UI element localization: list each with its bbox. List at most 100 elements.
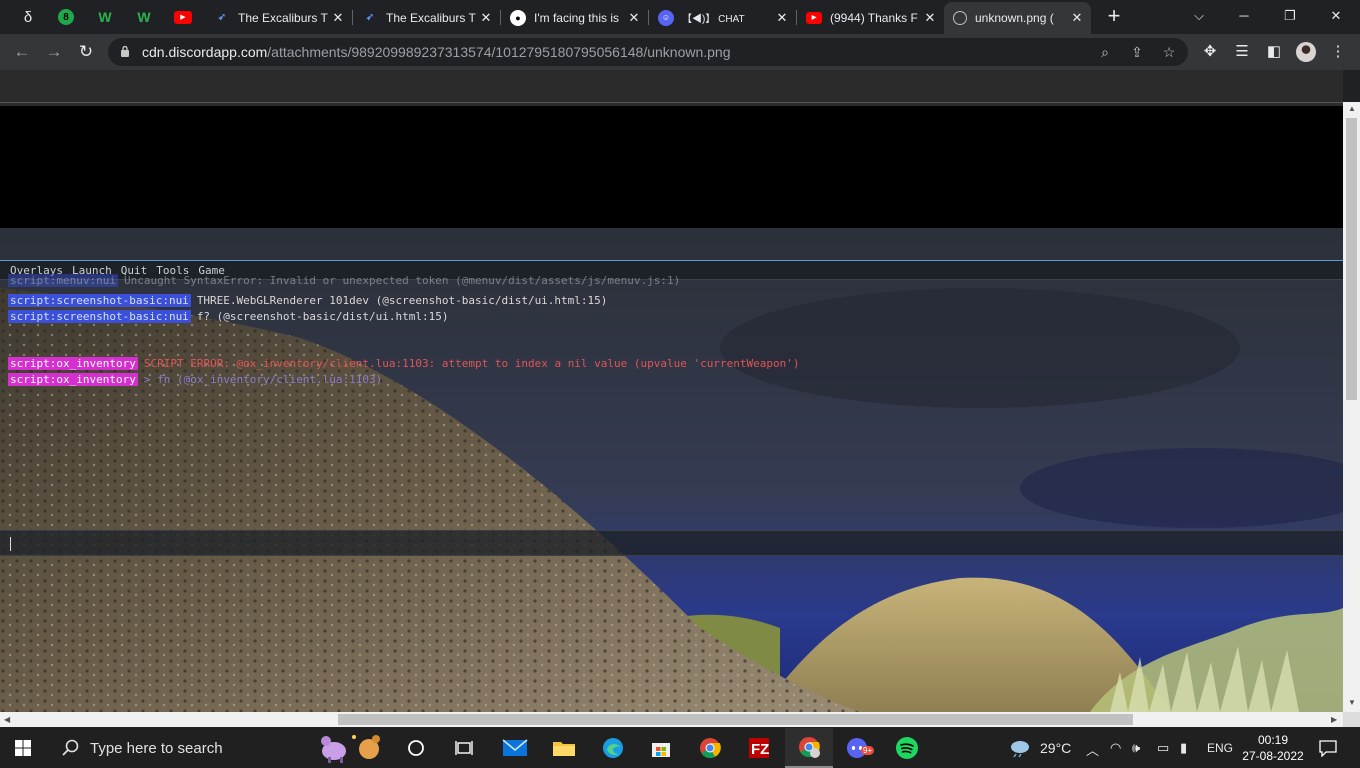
browser-toolbar: ← → ↻ cdn.discordapp.com/attachments/989… [0,34,1360,70]
side-panel-icon[interactable]: ◧ [1264,42,1284,62]
notifications-icon[interactable] [1318,739,1338,757]
vertical-scrollbar[interactable]: ▲ ▼ [1343,102,1360,712]
youtube-icon: ▶ [806,11,822,24]
console-input[interactable] [0,530,1343,556]
tab-title: The Excaliburs T [386,10,476,25]
tab-discord-chat[interactable]: ☺ 【◀)】 CHAT ✕ [649,5,796,30]
game-console: script:menuv:nui Uncaught SyntaxError: In… [0,274,1343,528]
profile-avatar[interactable] [1296,42,1316,62]
scroll-down-icon[interactable]: ▼ [1348,698,1356,707]
chrome-profile-icon [799,737,820,758]
taskbar-store[interactable] [637,728,685,768]
cortana-circle-icon [408,740,424,756]
bookmark-star-icon[interactable]: ☆ [1160,43,1178,61]
language-indicator[interactable]: ENG [1207,741,1233,755]
new-tab-button[interactable]: + [1102,5,1126,29]
close-icon[interactable]: ✕ [922,10,938,26]
restore-button[interactable]: ❐ [1268,4,1312,28]
tab-title: The Excaliburs T [238,10,328,25]
search-placeholder: Type here to search [90,739,223,757]
discord-badge: 9+ [861,746,875,755]
taskbar-discord[interactable]: 9+ [834,728,882,768]
tab-search-button[interactable]: ⌵ [1177,4,1221,28]
weather-temperature[interactable]: 29°C [1040,740,1071,756]
forward-button[interactable]: → [40,38,68,66]
minimize-button[interactable]: ─ [1222,4,1266,28]
back-button[interactable]: ← [8,38,36,66]
taskbar-mail[interactable] [491,728,539,768]
windows-taskbar: Type here to search FZ 9+ 29°C ︿ ◠ 🕪 ▭ ▮… [0,728,1360,768]
windows-start-icon[interactable] [8,738,38,758]
edge-icon [603,738,623,758]
zoom-icon[interactable]: ⌕ [1096,43,1114,61]
close-icon[interactable]: ✕ [1069,10,1085,26]
taskbar-chrome-profile[interactable] [785,728,833,768]
tab-github[interactable]: ● I'm facing this is ✕ [501,5,648,30]
close-window-button[interactable]: ✕ [1314,4,1358,28]
lock-icon [121,45,129,57]
tab-title: (9944) Thanks F [830,10,918,25]
tab-youtube-thanks[interactable]: ▶ (9944) Thanks F ✕ [797,5,944,30]
text-caret [10,537,11,551]
taskbar-search[interactable]: Type here to search [48,728,380,768]
horizontal-scroll-thumb[interactable] [338,714,1133,725]
tab-unknown-png[interactable]: unknown.png ( ✕ [944,2,1091,34]
battery-icon[interactable]: ▮ [1180,740,1187,756]
store-icon [652,743,670,757]
pinned-tab-green[interactable]: 8 [50,5,82,29]
horizontal-scrollbar[interactable]: ◀ ▶ [0,712,1343,727]
pinned-tab-delta[interactable]: δ [12,5,44,29]
volume-icon[interactable]: 🕪 [1132,740,1140,756]
scroll-right-icon[interactable]: ▶ [1331,715,1337,724]
chrome-icon [700,738,721,759]
taskbar-filezilla[interactable]: FZ [735,728,783,768]
excaliburs-icon: ➶ [217,12,227,23]
youtube-icon: ▶ [174,10,192,24]
image-viewport: Overlays Launch Quit Tools Game script:m… [0,70,1343,712]
console-error-line: script:ox_inventory SCRIPT ERROR: @ox_inv… [8,357,800,370]
close-icon[interactable]: ✕ [330,10,346,26]
taskbar-file-explorer[interactable] [540,728,588,768]
discord-icon: ☺ [658,9,674,26]
system-clock[interactable]: 00:19 27-08-2022 [1238,732,1308,764]
taskbar-edge[interactable] [589,728,637,768]
github-icon: ● [510,9,526,26]
tray-chevron-up-icon[interactable]: ︿ [1086,740,1099,759]
task-view-icon [455,741,473,755]
task-switcher-button[interactable] [440,728,488,768]
url-text: cdn.discordapp.com/attachments/989209989… [142,44,731,60]
close-icon[interactable]: ✕ [626,10,642,26]
globe-icon [953,11,967,25]
extensions-icon[interactable]: ✥ [1200,42,1220,62]
meet-now-icon[interactable]: ▭ [1157,740,1169,756]
pinned-tab-youtube[interactable]: ▶ [167,5,199,29]
search-highlight-illustration-icon [321,735,380,763]
address-bar[interactable]: cdn.discordapp.com/attachments/989209989… [108,38,1188,66]
filezilla-icon: FZ [749,738,769,758]
console-line: script:menuv:nui Uncaught SyntaxError: In… [8,274,681,287]
w-logo-icon: W [98,9,112,25]
scroll-up-icon[interactable]: ▲ [1348,104,1356,113]
taskbar-spotify[interactable] [883,728,931,768]
tab-title: I'm facing this is [534,10,619,25]
tab-excaliburs-2[interactable]: ➶ The Excaliburs T ✕ [353,5,500,30]
vertical-scroll-thumb[interactable] [1346,118,1357,400]
pinned-tab-w1[interactable]: W [89,5,121,29]
close-icon[interactable]: ✕ [478,10,494,26]
close-icon[interactable]: ✕ [774,10,790,26]
clock-time: 00:19 [1257,733,1289,747]
menu-kebab-icon[interactable]: ⋮ [1328,42,1348,62]
task-view-button[interactable] [392,728,440,768]
tab-excaliburs-1[interactable]: ➶ The Excaliburs T ✕ [205,5,352,30]
media-queue-icon[interactable]: ☰ [1232,42,1252,62]
reload-button[interactable]: ↻ [72,38,100,66]
taskbar-chrome[interactable] [686,728,734,768]
scroll-left-icon[interactable]: ◀ [4,715,10,724]
w-logo-icon: W [137,9,151,25]
pinned-tab-w2[interactable]: W [128,5,160,29]
wifi-icon[interactable]: ◠ [1110,740,1121,756]
weather-cloud-icon [1011,741,1029,758]
share-icon[interactable]: ⇪ [1128,43,1146,61]
mail-icon [502,739,528,756]
excaliburs-icon: ➶ [365,12,375,23]
